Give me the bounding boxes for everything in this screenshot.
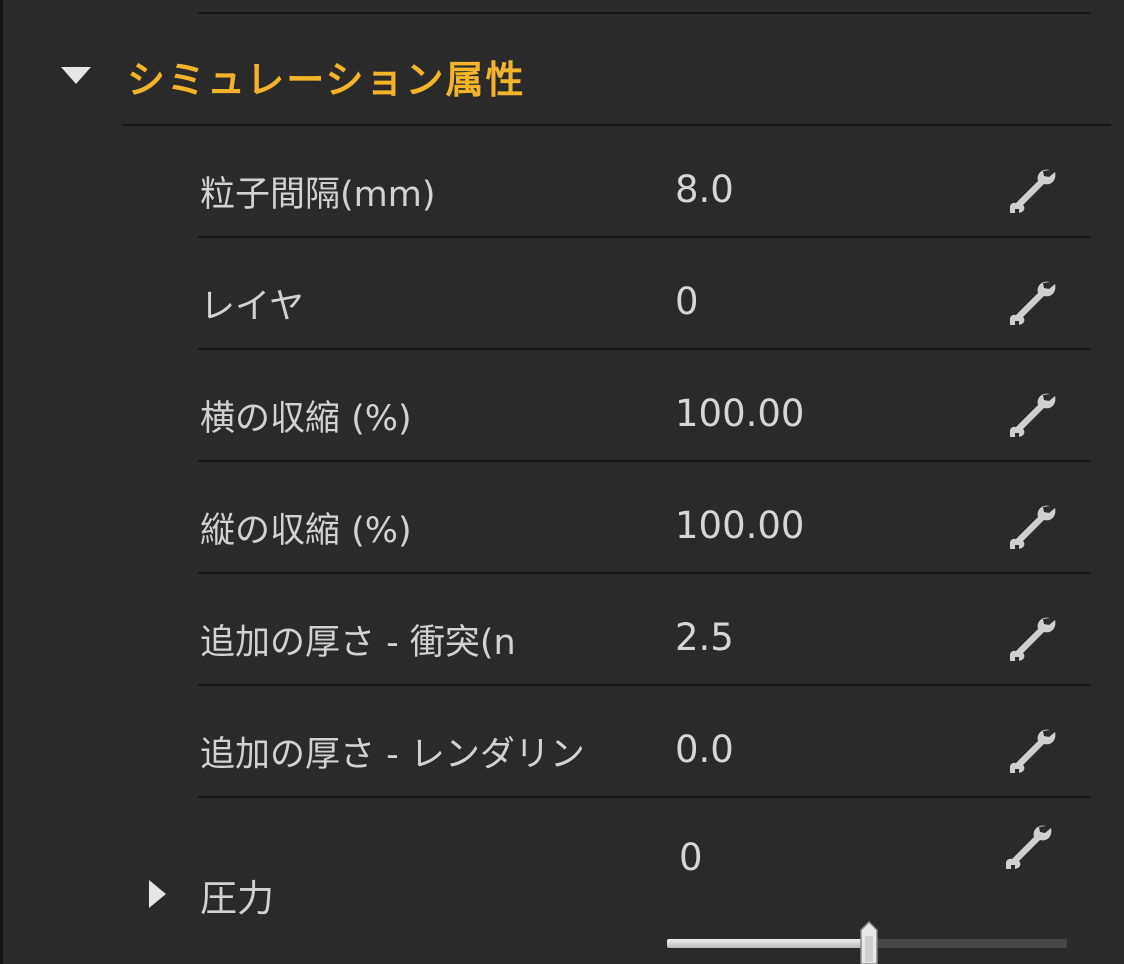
property-value-field[interactable]: 100.00 [675, 392, 804, 435]
wrench-icon[interactable] [1006, 278, 1060, 330]
property-value-field[interactable]: 0 [675, 280, 699, 323]
pressure-label: 圧力 [200, 877, 274, 920]
wrench-icon[interactable] [1006, 390, 1060, 442]
property-value-field[interactable]: 2.5 [675, 616, 734, 659]
collapse-triangle-icon[interactable] [61, 67, 91, 84]
wrench-icon[interactable] [1006, 166, 1060, 218]
property-row-shrink-horizontal: 横の収縮 (%) 100.00 [198, 350, 1091, 462]
wrench-icon[interactable] [1006, 502, 1060, 554]
pressure-slider[interactable] [667, 920, 1067, 964]
wrench-icon[interactable] [1002, 822, 1056, 874]
expand-triangle-icon[interactable] [149, 880, 166, 908]
property-label: 縦の収縮 (%) [200, 511, 412, 551]
property-row-particle-distance: 粒子間隔(mm) 8.0 [198, 126, 1091, 238]
property-row-shrink-vertical: 縦の収縮 (%) 100.00 [198, 462, 1091, 574]
property-value-field[interactable]: 0.0 [675, 728, 734, 771]
wrench-icon[interactable] [1006, 726, 1060, 778]
property-label: 追加の厚さ - レンダリン [200, 735, 585, 775]
property-row-layer: レイヤ 0 [198, 238, 1091, 350]
pressure-value-field[interactable]: 0 [679, 836, 703, 879]
property-row-added-thickness-rendering: 追加の厚さ - レンダリン 0.0 [198, 686, 1091, 798]
slider-fill [667, 939, 869, 948]
wrench-icon[interactable] [1006, 614, 1060, 666]
property-label: 横の収縮 (%) [200, 399, 412, 439]
property-row-added-thickness-collision: 追加の厚さ - 衝突(n 2.5 [198, 574, 1091, 686]
simulation-attributes-header[interactable]: シミュレーション属性 [3, 36, 1124, 112]
property-panel: シミュレーション属性 粒子間隔(mm) 8.0 レイヤ 0 横の収縮 (%) 1… [0, 0, 1124, 964]
section-title: シミュレーション属性 [127, 58, 526, 102]
property-label: 粒子間隔(mm) [200, 175, 436, 215]
property-label: 追加の厚さ - 衝突(n [200, 623, 516, 663]
slider-thumb[interactable] [858, 920, 880, 964]
property-label: レイヤ [200, 287, 304, 327]
divider [198, 12, 1091, 14]
property-value-field[interactable]: 100.00 [675, 504, 804, 547]
property-value-field[interactable]: 8.0 [675, 168, 734, 211]
row-divider [198, 796, 1091, 798]
